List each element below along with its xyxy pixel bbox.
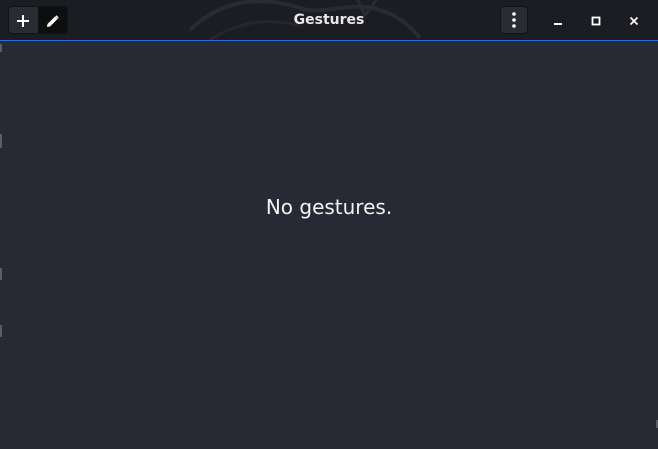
empty-state-message: No gestures. — [265, 195, 393, 219]
vertical-dots-icon — [512, 12, 516, 28]
dragon-wallpaper-decoration — [188, 0, 422, 40]
header-button-group — [8, 6, 68, 34]
close-icon — [629, 16, 639, 26]
pencil-icon — [47, 14, 60, 27]
edit-gestures-button[interactable] — [37, 7, 67, 33]
window-edge-mark — [0, 134, 2, 148]
main-menu-button[interactable] — [500, 6, 528, 34]
plus-icon — [17, 15, 30, 27]
minimize-button[interactable] — [546, 9, 570, 33]
window-edge-mark — [0, 325, 2, 337]
add-gesture-button[interactable] — [9, 7, 38, 33]
maximize-icon — [591, 16, 601, 26]
minimize-icon — [554, 23, 562, 25]
close-button[interactable] — [622, 9, 646, 33]
app-window: Gestures No gestures. — [0, 0, 658, 449]
header-bar: Gestures — [0, 0, 658, 41]
window-edge-mark — [0, 44, 2, 52]
window-edge-mark — [0, 268, 2, 280]
maximize-button[interactable] — [584, 9, 608, 33]
